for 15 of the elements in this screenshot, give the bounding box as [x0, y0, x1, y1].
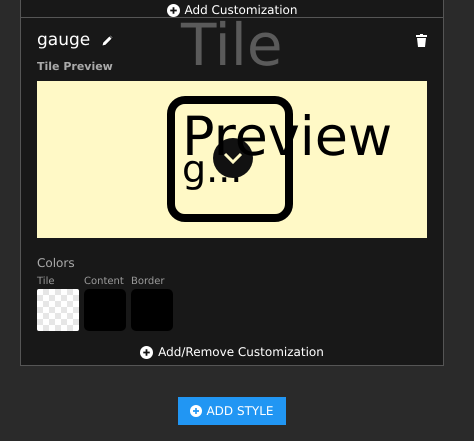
- delete-button[interactable]: [416, 34, 427, 46]
- pencil-icon[interactable]: [100, 32, 116, 48]
- style-name: gauge: [37, 30, 90, 50]
- swatch-label: Border: [131, 276, 166, 287]
- add-remove-customization-button[interactable]: Add/Remove Customization: [140, 345, 324, 359]
- tile-preview-label: Tile Preview: [37, 60, 114, 73]
- plus-circle-icon: [140, 346, 154, 358]
- color-swatch[interactable]: [84, 289, 126, 331]
- color-swatch[interactable]: [37, 289, 79, 331]
- swatch-label: Tile: [37, 276, 56, 287]
- colors-label: Colors: [37, 256, 76, 270]
- tile-title: Tile: [181, 16, 283, 74]
- plus-circle-icon: [190, 405, 202, 417]
- swatch-label: Content: [84, 276, 125, 287]
- color-swatch[interactable]: [131, 289, 173, 331]
